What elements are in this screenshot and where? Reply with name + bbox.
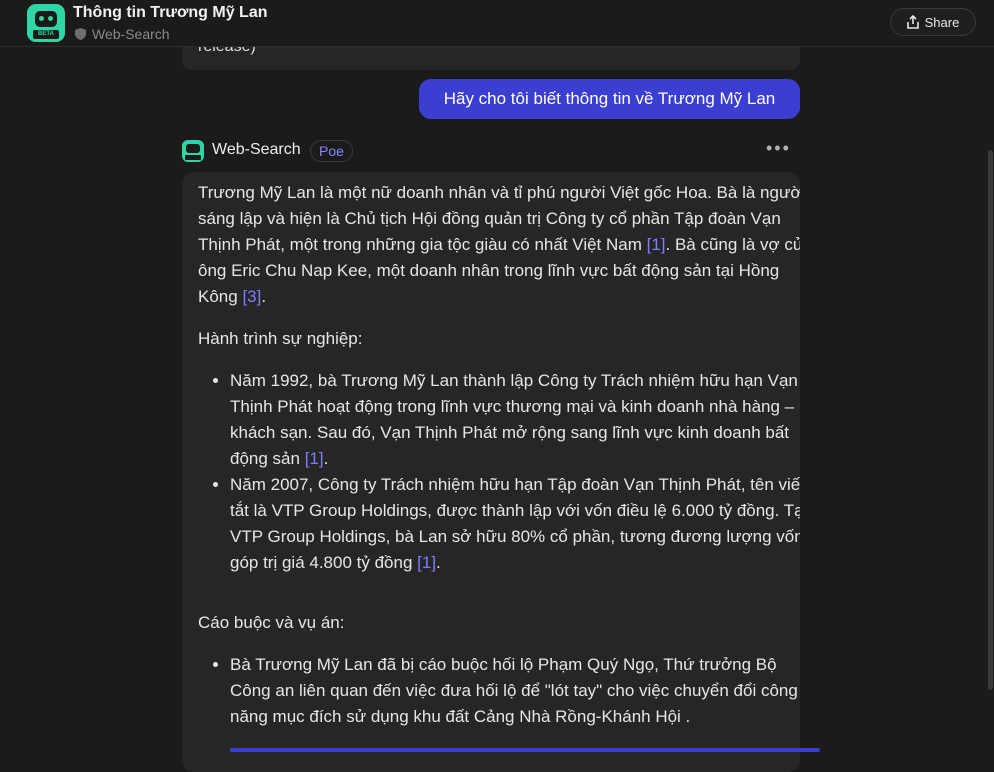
bot-name[interactable]: Web-Search — [212, 141, 301, 159]
citation-link[interactable]: [1] — [647, 235, 666, 254]
bot-subtitle[interactable]: Web-Search — [75, 26, 170, 42]
charges-list: Bà Trương Mỹ Lan đã bị cáo buộc hối lộ P… — [198, 652, 800, 730]
list-item: Năm 2007, Công ty Trách nhiệm hữu hạn Tậ… — [230, 472, 800, 576]
citation-link[interactable]: [3] — [242, 287, 261, 306]
bot-eye-left — [39, 16, 44, 21]
list-item-end: . — [323, 449, 329, 468]
shield-icon — [75, 28, 86, 40]
share-label: Share — [924, 14, 960, 30]
beta-badge: BETA — [33, 30, 59, 39]
list-item-end: . — [436, 553, 441, 572]
charges-heading: Cáo buộc và vụ án: — [198, 613, 345, 632]
chat-title[interactable]: Thông tin Trương Mỹ Lan — [73, 4, 268, 22]
more-options-icon[interactable]: ••• — [766, 138, 791, 159]
share-button[interactable]: Share — [890, 8, 976, 36]
list-item: Năm 1992, bà Trương Mỹ Lan thành lập Côn… — [230, 368, 800, 472]
answer-intro: Trương Mỹ Lan là một nữ doanh nhân và tỉ… — [198, 180, 800, 310]
citation-link[interactable]: [1] — [305, 449, 324, 468]
bot-avatar-icon[interactable] — [182, 140, 204, 162]
scrollbar-thumb[interactable] — [988, 150, 993, 690]
poe-badge: Poe — [310, 140, 353, 162]
chat-header: BETA Thông tin Trương Mỹ Lan Web-Search … — [0, 0, 994, 47]
list-item: Bà Trương Mỹ Lan đã bị cáo buộc hối lộ P… — [230, 652, 800, 730]
bot-face — [35, 11, 57, 27]
bot-eye-right — [48, 16, 53, 21]
bot-avatar-face — [186, 144, 200, 153]
bot-message-header: Web-Search Poe ••• — [182, 138, 800, 162]
intro-text-3: . — [261, 287, 267, 306]
career-heading: Hành trình sự nghiệp: — [198, 329, 363, 348]
composer-edge — [230, 748, 820, 752]
list-item-text: Bà Trương Mỹ Lan đã bị cáo buộc hối lộ P… — [230, 655, 798, 726]
subtitle-label: Web-Search — [92, 26, 170, 42]
bot-logo-icon[interactable]: BETA — [27, 4, 65, 42]
list-item-text: Năm 2007, Công ty Trách nhiệm hữu hạn Tậ… — [230, 475, 800, 572]
bot-avatar-badge — [185, 155, 201, 160]
user-message: Hãy cho tôi biết thông tin về Trương Mỹ … — [419, 79, 800, 119]
career-list: Năm 1992, bà Trương Mỹ Lan thành lập Côn… — [198, 368, 800, 576]
citation-link[interactable]: [1] — [417, 553, 436, 572]
share-icon — [906, 15, 919, 29]
bot-answer: Trương Mỹ Lan là một nữ doanh nhân và tỉ… — [182, 172, 800, 772]
